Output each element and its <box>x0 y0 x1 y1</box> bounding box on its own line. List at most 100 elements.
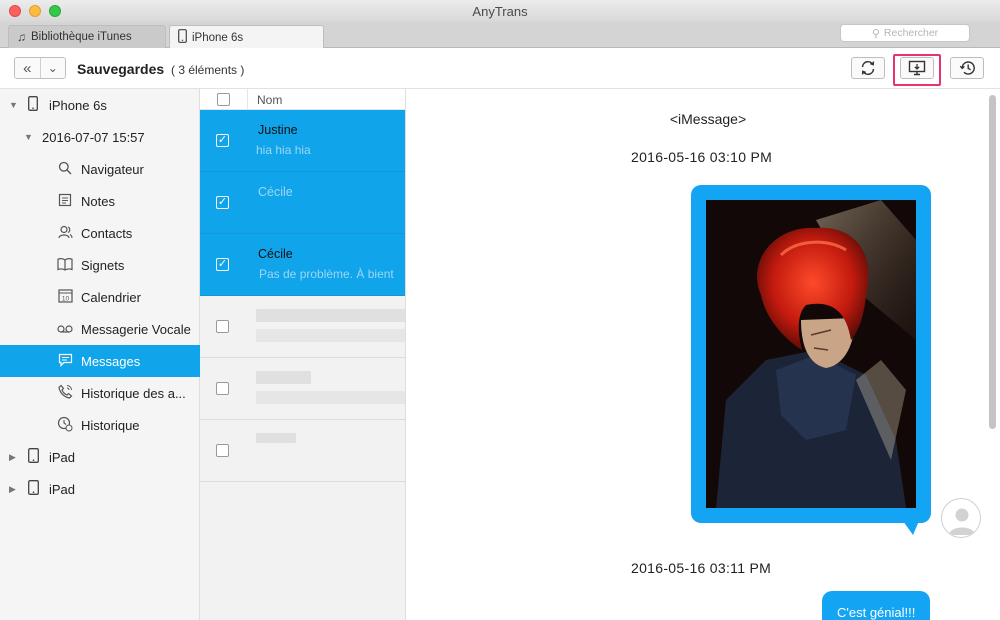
row-checkbox-checked[interactable]: ✓ <box>216 258 229 271</box>
user-placeholder-icon <box>949 508 975 535</box>
message-icon <box>57 353 73 370</box>
calendar-day-number: 10 <box>61 295 69 302</box>
toolbar: « ⌄ Sauvegardes ( 3 éléments ) <box>0 48 1000 89</box>
export-button-highlight <box>893 54 941 86</box>
sidebar-item-signets[interactable]: Signets <box>0 249 200 281</box>
refresh-button[interactable] <box>851 57 885 79</box>
blurred-name <box>256 371 311 384</box>
history-button[interactable] <box>950 57 984 79</box>
row-checkbox[interactable] <box>216 382 229 395</box>
sidebar-item-label: Historique <box>81 417 140 433</box>
bubble-tail <box>903 521 919 535</box>
list-item[interactable] <box>200 420 405 482</box>
conversation-title: <iMessage> <box>669 111 747 127</box>
column-header-name[interactable]: Nom <box>257 93 282 107</box>
conversation-preview: Pas de problème. À bient <box>259 267 394 281</box>
iphone-icon <box>178 29 187 46</box>
sidebar-item-messagerie-vocale[interactable]: Messagerie Vocale <box>0 313 200 345</box>
sidebar-item-notes[interactable]: Notes <box>0 185 200 217</box>
sidebar-item-label: Historique des a... <box>81 385 186 401</box>
tab-label: Bibliothèque iTunes <box>31 31 132 43</box>
note-icon <box>57 193 73 210</box>
sidebar-item-label: Calendrier <box>81 289 141 305</box>
search-input[interactable]: ⚲ Rechercher <box>840 24 970 42</box>
sidebar-item-historique-appels[interactable]: Historique des a... <box>0 377 200 409</box>
double-chevron-left-icon: « <box>23 59 32 77</box>
sidebar-device-ipad-2[interactable]: ▶ iPad <box>0 473 200 505</box>
row-checkbox-checked[interactable]: ✓ <box>216 134 229 147</box>
conversation-preview: hia hia hia <box>256 143 311 157</box>
sidebar-device-iphone[interactable]: ▼ iPhone 6s <box>0 89 200 121</box>
row-checkbox[interactable] <box>216 320 229 333</box>
calendar-icon: 10 <box>57 288 73 306</box>
blurred-name <box>256 309 405 322</box>
conversation-name: Cécile <box>258 247 293 261</box>
sidebar-item-label: Messagerie Vocale <box>81 321 191 337</box>
sidebar-device-ipad-1[interactable]: ▶ iPad <box>0 441 200 473</box>
sidebar-item-label: Notes <box>81 193 115 209</box>
sidebar-item-label: iPhone 6s <box>49 97 107 113</box>
tab-bar: ♫ Bibliothèque iTunes iPhone 6s ⚲ Recher… <box>0 22 1000 49</box>
iphone-icon <box>25 96 41 114</box>
conversation-pane: <iMessage> 2016-05-16 03:10 PM 2016-05-1… <box>406 89 1000 620</box>
phone-icon <box>57 384 73 402</box>
sidebar-item-label: Navigateur <box>81 161 144 177</box>
list-item[interactable]: ✓ Justine hia hia hia <box>200 110 405 172</box>
sidebar-item-messages[interactable]: Messages <box>0 345 200 377</box>
row-checkbox[interactable] <box>216 444 229 457</box>
music-note-icon: ♫ <box>17 30 26 44</box>
item-count: ( 3 éléments ) <box>171 63 245 77</box>
message-timestamp: 2016-05-16 03:11 PM <box>631 560 772 576</box>
sidebar-item-contacts[interactable]: Contacts <box>0 217 200 249</box>
window-title: AnyTrans <box>472 4 528 19</box>
sidebar-item-calendrier[interactable]: 10 Calendrier <box>0 281 200 313</box>
avatar <box>941 498 981 538</box>
text-message-bubble[interactable]: C'est génial!!! <box>822 591 930 620</box>
disclosure-expanded-icon: ▼ <box>24 132 33 142</box>
sidebar-item-label: Signets <box>81 257 125 273</box>
blurred-name <box>256 433 296 443</box>
dropdown-button[interactable]: ⌄ <box>41 58 66 78</box>
navigation-buttons: « ⌄ <box>14 57 66 79</box>
row-checkbox-checked[interactable]: ✓ <box>216 196 229 209</box>
tab-itunes-library[interactable]: ♫ Bibliothèque iTunes <box>8 25 166 48</box>
sidebar-item-label: iPad <box>49 481 76 497</box>
sidebar-backup-date[interactable]: ▼ 2016-07-07 15:57 <box>0 121 200 153</box>
list-item[interactable]: ✓ Cécile Pas de problème. À bient <box>200 234 405 296</box>
disclosure-collapsed-icon: ▶ <box>9 451 16 462</box>
title-bar: AnyTrans <box>0 0 1000 22</box>
conversation-scrollbar[interactable] <box>989 95 996 429</box>
sidebar-item-historique[interactable]: Historique <box>0 409 200 441</box>
search-icon: ⚲ <box>871 27 880 40</box>
ipad-icon <box>25 480 41 498</box>
sidebar-item-label: Messages <box>81 353 141 369</box>
sidebar-item-label: Contacts <box>81 225 133 241</box>
list-item[interactable] <box>200 296 405 358</box>
column-divider <box>247 89 248 110</box>
blurred-preview <box>256 391 405 404</box>
conversation-name: Justine <box>258 123 298 137</box>
list-item[interactable]: ✓ Cécile <box>200 172 405 234</box>
list-item[interactable] <box>200 358 405 420</box>
select-all-checkbox[interactable] <box>217 93 230 106</box>
search-icon <box>57 161 73 178</box>
history-icon <box>57 416 73 435</box>
message-photo <box>706 200 916 508</box>
tab-label: iPhone 6s <box>192 31 244 44</box>
tab-iphone[interactable]: iPhone 6s <box>169 25 324 49</box>
book-icon <box>57 257 73 274</box>
history-icon <box>959 61 975 75</box>
message-list: Nom ✓ Justine hia hia hia ✓ Cécile ✓ Céc… <box>200 89 406 620</box>
sidebar-item-navigateur[interactable]: Navigateur <box>0 153 200 185</box>
back-button[interactable]: « <box>15 58 41 78</box>
contacts-icon <box>57 225 73 242</box>
sidebar-item-label: 2016-07-07 15:57 <box>42 129 145 145</box>
list-header: Nom <box>200 89 405 110</box>
search-placeholder: Rechercher <box>883 27 939 39</box>
image-message-bubble[interactable] <box>691 185 931 523</box>
disclosure-expanded-icon: ▼ <box>9 100 18 110</box>
conversation-name: Cécile <box>258 185 293 199</box>
ipad-icon <box>25 448 41 466</box>
sidebar-item-label: iPad <box>49 449 76 465</box>
voicemail-icon <box>57 322 73 337</box>
